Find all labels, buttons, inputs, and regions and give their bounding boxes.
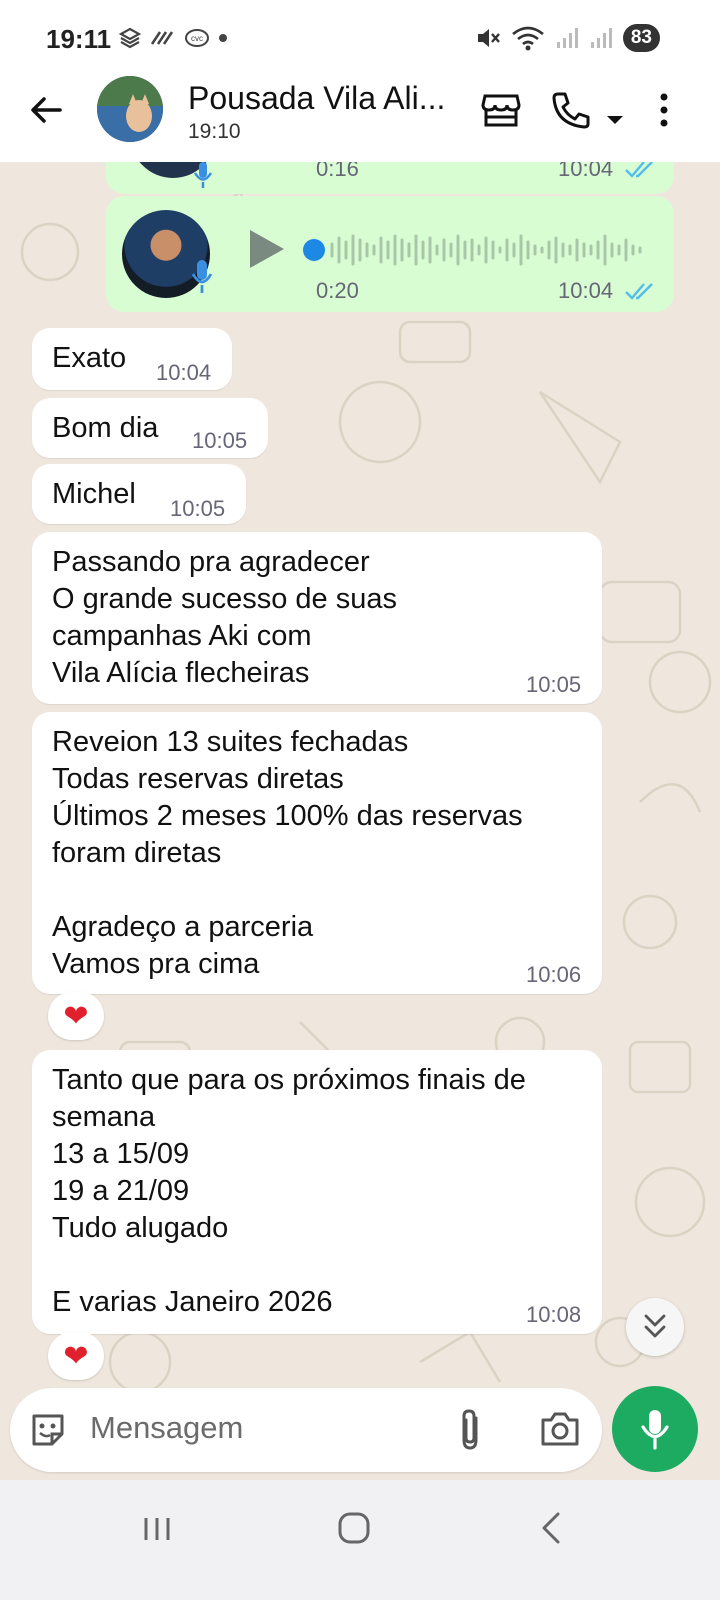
more-vert-icon[interactable]: [654, 90, 674, 130]
chat-area[interactable]: 0:16 10:04 0:20 10:04 Exato 10:04 Bom di…: [0, 162, 720, 1410]
read-ticks-icon: [625, 283, 653, 300]
incoming-message[interactable]: Reveion 13 suites fechadas Todas reserva…: [32, 712, 602, 994]
heart-reaction[interactable]: ❤: [48, 992, 104, 1040]
message-text: Michel: [52, 478, 136, 510]
message-time: 10:04: [558, 162, 614, 181]
notification-icon: [150, 31, 174, 45]
signal-icon-2: [590, 28, 612, 48]
voice-message-bubble[interactable]: 0:16 10:04: [106, 162, 674, 194]
heart-reaction[interactable]: ❤: [48, 1332, 104, 1380]
message-time: 10:05: [170, 496, 226, 521]
svg-text:cvc: cvc: [191, 34, 203, 43]
mic-badge-icon: [193, 162, 213, 188]
back-button[interactable]: [24, 88, 68, 132]
message-text: Exato: [52, 342, 127, 374]
wifi-icon: [512, 26, 544, 51]
home-icon[interactable]: [336, 1510, 372, 1546]
read-ticks-icon: [625, 162, 653, 178]
voice-duration: 0:20: [316, 278, 359, 303]
phone-icon[interactable]: [550, 90, 592, 130]
battery-indicator: 83: [622, 24, 660, 52]
status-time: 19:11: [46, 24, 112, 54]
contact-avatar[interactable]: [97, 76, 163, 142]
notification-icons: cvc: [118, 26, 228, 50]
incoming-message[interactable]: Bom dia 10:05: [32, 398, 268, 458]
store-icon[interactable]: [480, 90, 522, 130]
contact-name[interactable]: Pousada Vila Ali...: [188, 80, 445, 117]
incoming-message[interactable]: Exato 10:04: [32, 328, 232, 390]
voice-duration: 0:16: [316, 162, 359, 181]
incoming-message[interactable]: Tanto que para os próximos finais de sem…: [32, 1050, 602, 1334]
app-notification-icon: [118, 27, 142, 49]
message-text: Tanto que para os próximos finais de sem…: [52, 1064, 526, 1318]
incoming-message[interactable]: Passando pra agradecer O grande sucesso …: [32, 532, 602, 704]
system-nav-bar: [0, 1480, 720, 1600]
sticker-icon[interactable]: [28, 1410, 68, 1450]
chat-header: Pousada Vila Ali... 19:10: [0, 76, 720, 162]
double-chevron-down-icon: [644, 1314, 666, 1338]
message-composer: Mensagem: [10, 1388, 602, 1472]
more-notifications-dot-icon: [219, 34, 227, 42]
cvc-icon: cvc: [185, 29, 209, 47]
system-icons: 83: [475, 24, 660, 52]
camera-icon[interactable]: [540, 1410, 580, 1448]
incoming-message[interactable]: Michel 10:05: [32, 464, 246, 524]
voice-record-button[interactable]: [612, 1386, 698, 1472]
message-time: 10:04: [558, 278, 614, 303]
message-time: 10:05: [526, 672, 582, 697]
message-input[interactable]: Mensagem: [90, 1410, 243, 1446]
back-nav-icon[interactable]: [536, 1510, 566, 1546]
last-seen: 19:10: [188, 120, 241, 143]
microphone-icon: [641, 1410, 669, 1450]
attach-icon[interactable]: [456, 1408, 484, 1452]
waveform[interactable]: [302, 230, 652, 270]
recent-apps-icon[interactable]: [140, 1512, 174, 1546]
scroll-to-bottom-button[interactable]: [626, 1298, 684, 1356]
voice-message-bubble[interactable]: 0:20 10:04: [106, 196, 674, 312]
message-text: Reveion 13 suites fechadas Todas reserva…: [52, 726, 523, 980]
signal-icon: [556, 28, 578, 48]
status-bar: 19:11 cvc 83: [0, 0, 720, 80]
mute-icon: [477, 29, 500, 47]
dropdown-icon[interactable]: [604, 100, 626, 140]
cat-photo-icon: [97, 76, 163, 142]
message-text: Passando pra agradecer O grande sucesso …: [52, 546, 397, 689]
message-time: 10:05: [192, 428, 248, 453]
message-time: 10:04: [156, 360, 212, 385]
back-arrow-icon: [31, 97, 62, 123]
mic-badge-icon: [191, 260, 213, 293]
message-text: Bom dia: [52, 412, 159, 444]
message-time: 10:06: [526, 962, 582, 987]
play-icon[interactable]: [246, 228, 286, 270]
message-time: 10:08: [526, 1302, 582, 1327]
